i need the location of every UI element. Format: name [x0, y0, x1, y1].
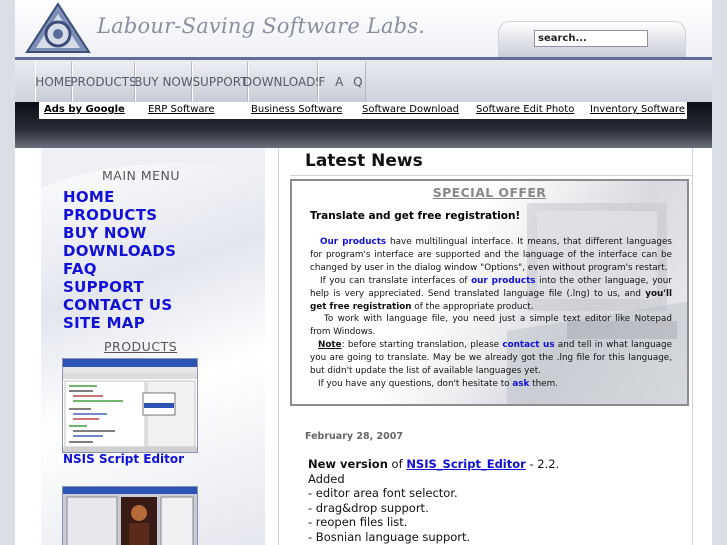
news-heading-rule	[290, 175, 692, 176]
ad-link-erp-software[interactable]: ERP Software	[148, 104, 215, 115]
our-products-link-2[interactable]: our products	[471, 276, 535, 286]
news-headline-line: New version of NSIS_Script_Editor - 2.2.	[308, 457, 559, 472]
menu-item-buy-now[interactable]: BUY NOW	[63, 224, 147, 242]
nav-tab-home[interactable]: HOME	[35, 62, 72, 102]
site-title[interactable]: Labour-Saving Software Labs.	[97, 14, 425, 38]
our-products-link[interactable]: Our products	[320, 237, 386, 247]
media-window-picture	[63, 487, 197, 545]
offer-text: If you have any questions, don't hesitat…	[318, 378, 513, 389]
main-menu-heading: MAIN MENU	[101, 168, 181, 183]
nav-tab-support[interactable]: SUPPORT	[192, 62, 248, 102]
new-version-label: New version	[308, 457, 388, 471]
special-offer-title[interactable]: SPECIAL OFFER	[292, 185, 687, 200]
offer-paragraph-3: To work with language file, you need jus…	[310, 314, 672, 338]
nav-tab-faq[interactable]: F A Q	[318, 62, 366, 102]
nav-tab-products[interactable]: PRODUCTS	[70, 62, 137, 102]
offer-paragraph-5: If you have any questions, don't hesitat…	[310, 378, 672, 391]
sidebar: MAIN MENU HOME PRODUCTS BUY NOW DOWNLOAD…	[41, 148, 265, 545]
menu-item-contact-us[interactable]: CONTACT US	[63, 296, 172, 314]
menu-item-products[interactable]: PRODUCTS	[63, 206, 157, 224]
nsis-editor-screenshot-thumbnail[interactable]	[62, 358, 198, 453]
nsis-script-editor-link[interactable]: NSIS_Script_Editor	[406, 457, 526, 471]
news-added-label: Added	[308, 471, 345, 486]
news-item: - drag&drop support.	[308, 500, 429, 515]
top-nav: HOME PRODUCTS BUY NOW SUPPORT DOWNLOADS …	[15, 60, 712, 102]
ad-link-inventory-software[interactable]: Inventory Software	[590, 104, 685, 115]
nav-tab-downloads[interactable]: DOWNLOADS	[243, 62, 323, 102]
menu-item-support[interactable]: SUPPORT	[63, 278, 144, 296]
offer-paragraph-2: If you can translate interfaces of our p…	[310, 275, 672, 314]
special-offer-headline: Translate and get free registration!	[310, 210, 521, 222]
column-divider-left	[278, 148, 279, 545]
ads-bar: Ads by Google ERP Software Business Soft…	[15, 102, 712, 148]
ad-link-software-edit-photo[interactable]: Software Edit Photo	[476, 104, 574, 115]
offer-text: of the appropriate product.	[411, 301, 534, 312]
menu-item-faq[interactable]: FAQ	[63, 260, 97, 278]
news-item: - Bosnian language support.	[308, 529, 471, 544]
news-item: - editor area font selector.	[308, 486, 458, 501]
note-label: Note	[318, 340, 342, 351]
offer-text: : before starting translation, please	[341, 340, 503, 351]
ask-link[interactable]: ask	[512, 379, 529, 389]
news-text: - 2.2.	[525, 457, 560, 471]
latest-news-heading: Latest News	[305, 151, 423, 171]
product-caption-nsis-script-editor[interactable]: NSIS Script Editor	[63, 452, 184, 466]
search-input[interactable]	[534, 30, 648, 47]
ads-by-google-link[interactable]: Ads by Google	[44, 104, 125, 115]
ad-link-software-download[interactable]: Software Download	[362, 104, 459, 115]
logo-icon[interactable]	[25, 2, 91, 54]
column-divider-right	[692, 148, 693, 545]
contact-us-link[interactable]: contact us	[502, 340, 554, 350]
offer-text: them.	[529, 378, 558, 389]
ads-strip: Ads by Google ERP Software Business Soft…	[39, 102, 687, 119]
news-date: February 28, 2007	[305, 431, 403, 442]
second-product-screenshot-thumbnail[interactable]	[62, 486, 198, 545]
page: Labour-Saving Software Labs. HOME PRODUC…	[15, 0, 712, 545]
ad-link-business-software[interactable]: Business Software	[251, 104, 342, 115]
menu-item-site-map[interactable]: SITE MAP	[63, 314, 145, 332]
menu-item-home[interactable]: HOME	[63, 188, 115, 206]
offer-text: If you can translate interfaces of	[320, 275, 472, 286]
special-offer-body: Our products have multilingual interface…	[310, 236, 672, 391]
news-text: of	[387, 457, 407, 471]
news-entry: New version of NSIS_Script_Editor - 2.2.…	[308, 457, 559, 545]
nav-tab-buy-now[interactable]: BUY NOW	[134, 62, 193, 102]
offer-paragraph-1: Our products have multilingual interface…	[310, 236, 672, 275]
site-header: Labour-Saving Software Labs.	[15, 0, 712, 58]
offer-paragraph-4: Note: before starting translation, pleas…	[310, 339, 672, 378]
products-heading: PRODUCTS	[104, 339, 178, 354]
editor-window-picture	[63, 359, 197, 452]
special-offer-box: SPECIAL OFFER Translate and get free reg…	[290, 179, 689, 406]
news-item: - reopen files list.	[308, 515, 408, 530]
menu-item-downloads[interactable]: DOWNLOADS	[63, 242, 176, 260]
search-panel	[498, 21, 686, 58]
